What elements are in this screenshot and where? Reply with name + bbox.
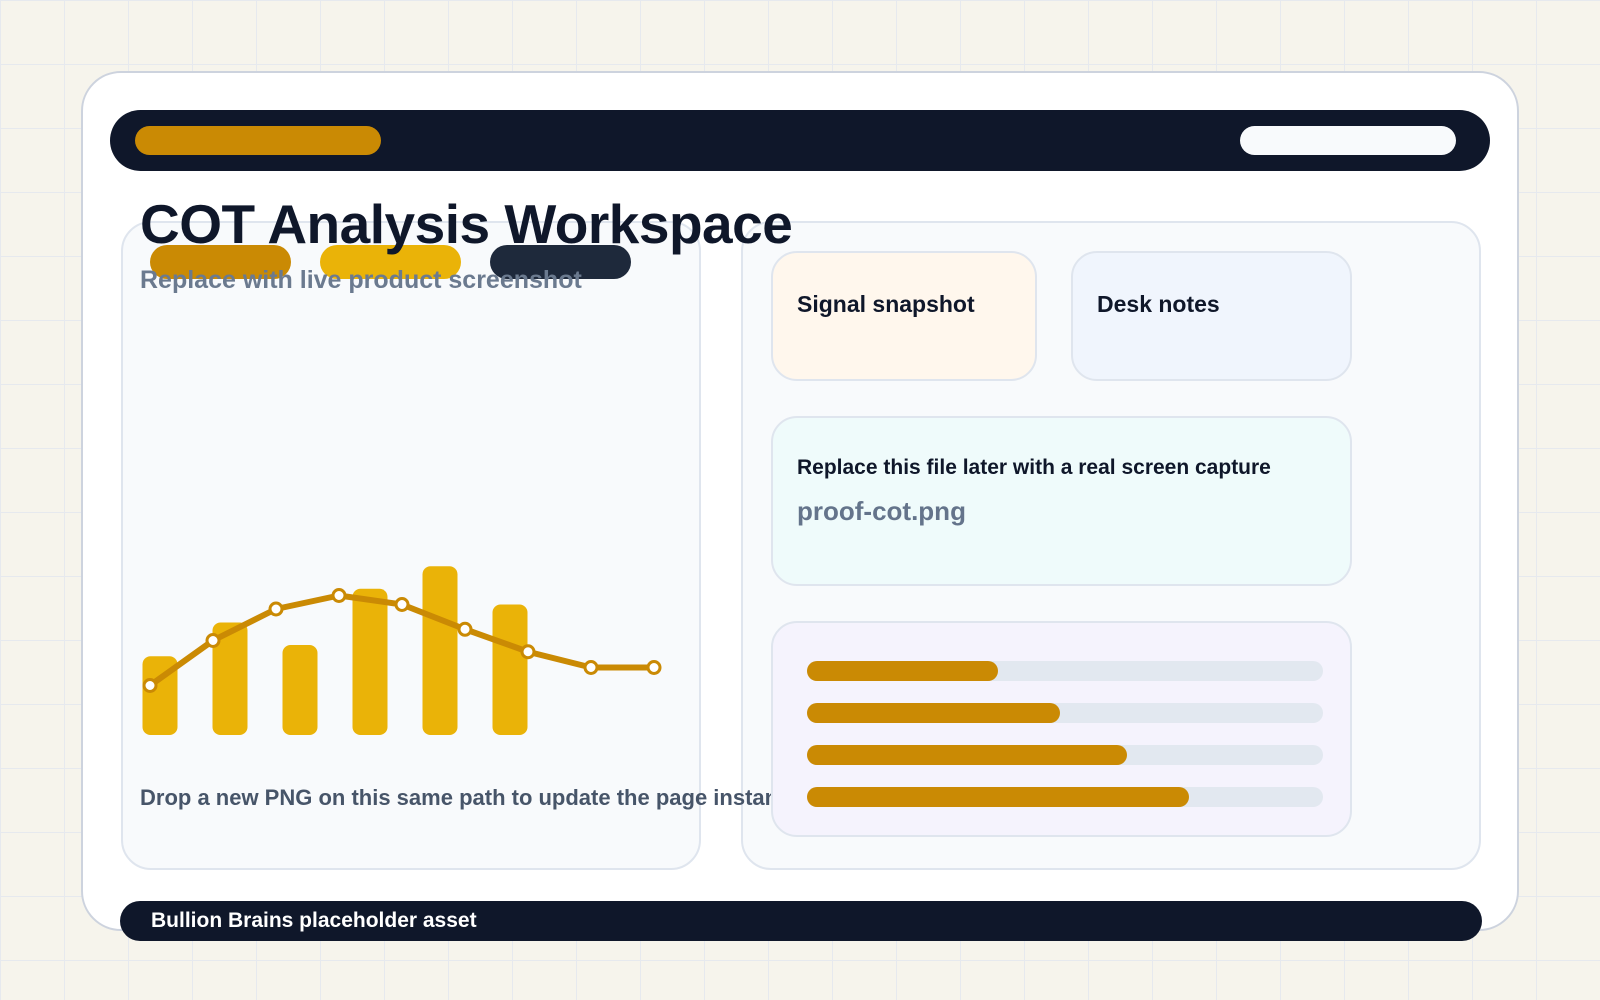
file-instruction: Replace this file later with a real scre… xyxy=(797,456,1271,479)
chart-point-8 xyxy=(583,660,599,675)
chart-caption: Drop a new PNG on this same path to upda… xyxy=(140,785,809,810)
chart-bar-5 xyxy=(422,566,458,735)
progress-track-4 xyxy=(807,787,1323,807)
search-input[interactable] xyxy=(1240,126,1456,155)
footer-text: Bullion Brains placeholder asset xyxy=(151,909,477,932)
file-info-card: Replace this file later with a real scre… xyxy=(771,416,1352,586)
chart-point-4 xyxy=(331,588,347,603)
cot-chart xyxy=(142,566,662,735)
chart-point-7 xyxy=(520,644,536,660)
chart-point-9 xyxy=(646,660,662,675)
top-bar xyxy=(110,110,1490,171)
chart-point-1 xyxy=(142,678,158,693)
page-subtitle: Replace with live product screenshot xyxy=(140,266,582,294)
file-name: proof-cot.png xyxy=(797,496,966,526)
progress-track-1 xyxy=(807,661,1323,681)
desk-notes-title: Desk notes xyxy=(1097,291,1220,317)
chart-bar-6 xyxy=(492,604,528,735)
chart-bar-3 xyxy=(282,645,318,735)
progress-fill-4 xyxy=(807,787,1189,807)
signal-snapshot-title: Signal snapshot xyxy=(797,291,975,317)
footer-bar: Bullion Brains placeholder asset xyxy=(120,901,1482,941)
chart-point-2 xyxy=(205,633,221,648)
progress-card xyxy=(771,621,1352,837)
progress-track-2 xyxy=(807,703,1323,723)
progress-track-3 xyxy=(807,745,1323,765)
chart-point-6 xyxy=(457,621,473,637)
chart-point-3 xyxy=(268,601,284,617)
brand-pill[interactable] xyxy=(135,126,381,155)
signal-snapshot-card[interactable]: Signal snapshot xyxy=(771,251,1037,381)
page-title: COT Analysis Workspace xyxy=(140,193,793,255)
chart-bar-4 xyxy=(352,588,388,735)
chart-point-5 xyxy=(394,597,410,612)
progress-fill-3 xyxy=(807,745,1127,765)
desk-notes-card[interactable]: Desk notes xyxy=(1071,251,1352,381)
progress-fill-2 xyxy=(807,703,1060,723)
progress-fill-1 xyxy=(807,661,998,681)
